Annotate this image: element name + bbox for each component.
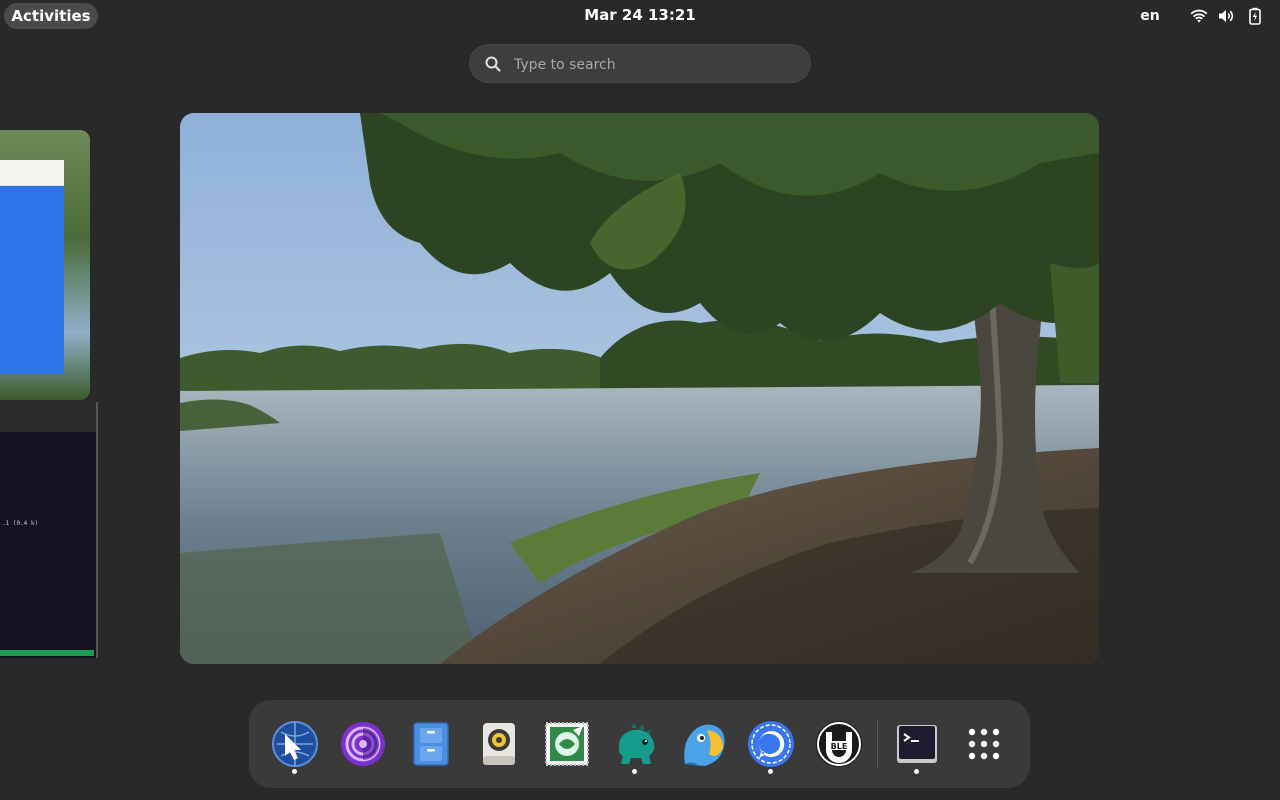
wifi-icon[interactable] bbox=[1190, 7, 1208, 25]
svg-text:BLE: BLE bbox=[831, 742, 848, 751]
running-indicator bbox=[914, 769, 919, 774]
terminal-status-bar bbox=[0, 650, 94, 656]
parrot-icon bbox=[684, 724, 725, 766]
file-cabinet-icon bbox=[413, 722, 449, 766]
search-icon bbox=[484, 55, 502, 73]
search-box[interactable] bbox=[469, 44, 811, 83]
running-indicator bbox=[292, 769, 297, 774]
input-language-indicator[interactable]: en bbox=[1136, 8, 1164, 24]
mail-stamp-icon bbox=[545, 722, 589, 766]
dock-separator bbox=[877, 720, 878, 768]
speaker-icon bbox=[483, 723, 515, 765]
dinosaur-icon bbox=[618, 723, 655, 764]
dock-item-tor-browser[interactable] bbox=[339, 720, 387, 768]
terminal-titlebar bbox=[0, 402, 96, 432]
lake-landscape-image bbox=[180, 113, 1099, 664]
ble-icon: BLE bbox=[816, 721, 862, 767]
dock-item-web-browser[interactable] bbox=[271, 720, 319, 768]
dock-item-music-player[interactable] bbox=[475, 720, 523, 768]
activities-button[interactable]: Activities bbox=[4, 3, 98, 29]
dock-item-mail[interactable] bbox=[543, 720, 591, 768]
dock-item-terminal[interactable] bbox=[893, 720, 941, 768]
battery-icon[interactable] bbox=[1246, 7, 1264, 25]
terminal-output: .1 (0.4 k) bbox=[2, 520, 39, 527]
web-browser-icon bbox=[272, 721, 318, 767]
volume-icon[interactable] bbox=[1217, 7, 1235, 25]
terminal-icon bbox=[897, 725, 937, 763]
show-apps-button[interactable] bbox=[960, 720, 1008, 768]
tor-browser-icon bbox=[341, 722, 385, 766]
main-workspace-preview[interactable] bbox=[180, 113, 1099, 664]
dock-item-parrot-app[interactable] bbox=[679, 720, 727, 768]
dock-item-ble-app[interactable]: BLE bbox=[815, 720, 863, 768]
running-indicator bbox=[768, 769, 773, 774]
dialog-titlebar bbox=[0, 160, 64, 186]
running-indicator bbox=[632, 769, 637, 774]
dialog-window-preview[interactable] bbox=[0, 160, 64, 374]
dock-item-dino-app[interactable] bbox=[611, 720, 659, 768]
dock-item-signal[interactable] bbox=[747, 720, 795, 768]
clock: Mar 24 13:21 bbox=[0, 6, 1280, 24]
date-time-label[interactable]: Mar 24 13:21 bbox=[584, 6, 696, 24]
dock-item-file-manager[interactable] bbox=[407, 720, 455, 768]
desktop-overview: Activities Mar 24 13:21 en .1 (0.4 k) bbox=[0, 0, 1280, 800]
app-grid-icon bbox=[968, 728, 1000, 760]
dock: BLE bbox=[249, 700, 1030, 788]
signal-messenger-icon bbox=[748, 721, 794, 767]
search-input[interactable] bbox=[512, 52, 796, 78]
terminal-window-preview[interactable]: .1 (0.4 k) bbox=[0, 402, 98, 658]
top-bar: Activities Mar 24 13:21 en bbox=[0, 0, 1280, 32]
